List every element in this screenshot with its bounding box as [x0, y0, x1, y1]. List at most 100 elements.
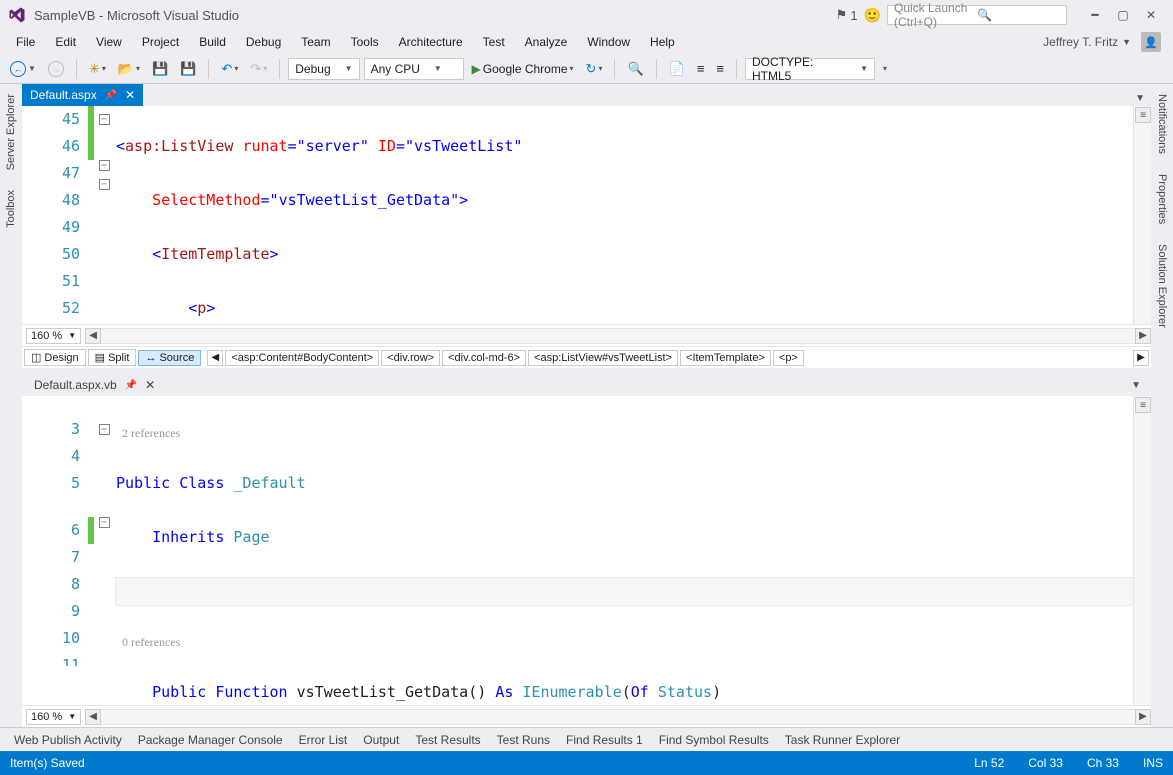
menu-architecture[interactable]: Architecture [389, 32, 473, 52]
breadcrumb[interactable]: <div.row> [381, 350, 440, 366]
menu-project[interactable]: Project [132, 32, 189, 52]
tab-default-aspx[interactable]: Default.aspx 📌 ✕ [22, 84, 143, 106]
doctype-dropdown[interactable]: DOCTYPE: HTML5▼ [745, 58, 875, 80]
pin-icon[interactable]: 📌 [125, 380, 137, 391]
close-button[interactable]: ✕ [1137, 5, 1165, 25]
menu-view[interactable]: View [86, 32, 132, 52]
zoom-dropdown-lower[interactable]: 160 %▼ [26, 709, 81, 725]
tabs-overflow-lower[interactable]: ▼ [1125, 378, 1147, 393]
nav-right-icon[interactable]: ▶ [1133, 350, 1149, 366]
menu-window[interactable]: Window [577, 32, 640, 52]
split-view-tab[interactable]: ▤Split [88, 349, 137, 366]
document-tabs-lower: Default.aspx.vb 📌 ✕ ▼ [22, 374, 1151, 396]
doc-outline-button[interactable]: 📄 [665, 58, 689, 80]
properties-tab[interactable]: Properties [1154, 168, 1170, 230]
undo-button[interactable]: ↶▾ [217, 58, 242, 80]
minimize-button[interactable]: ━ [1081, 5, 1109, 25]
bottom-tab[interactable]: Test Runs [491, 730, 556, 750]
menu-analyze[interactable]: Analyze [515, 32, 578, 52]
menu-build[interactable]: Build [189, 32, 236, 52]
close-tab-icon[interactable]: ✕ [145, 378, 155, 392]
horizontal-scrollbar-upper[interactable]: ◀▶ [85, 328, 1151, 344]
redo-button[interactable]: ↷▾ [246, 58, 271, 80]
breadcrumb[interactable]: <div.col-md-6> [442, 350, 526, 366]
outline-margin: − − − [94, 106, 114, 324]
design-view-tab[interactable]: ◫Design [24, 349, 86, 366]
notifications-tab[interactable]: Notifications [1154, 88, 1170, 160]
tab-default-aspx-vb[interactable]: Default.aspx.vb 📌 ✕ [26, 375, 163, 395]
bottom-tab[interactable]: Web Publish Activity [8, 730, 128, 750]
right-rail: Notifications Properties Solution Explor… [1151, 84, 1173, 727]
platform-dropdown[interactable]: Any CPU▼ [364, 58, 464, 80]
window-title: SampleVB - Microsoft Visual Studio [34, 8, 836, 23]
quick-launch-input[interactable]: Quick Launch (Ctrl+Q) 🔍 [887, 5, 1067, 25]
menu-bar: File Edit View Project Build Debug Team … [0, 30, 1173, 54]
open-file-button[interactable]: 📂▾ [114, 58, 144, 80]
new-project-button[interactable]: ✳▾ [85, 58, 110, 80]
code-editor-vb[interactable]: 34567891011 − − 2 references Public Clas… [22, 396, 1151, 705]
bottom-tab[interactable]: Find Results 1 [560, 730, 649, 750]
split-handle-icon[interactable]: ≡ [1135, 107, 1151, 123]
bottom-tab[interactable]: Test Results [409, 730, 486, 750]
collapse-toggle[interactable]: − [99, 179, 110, 190]
save-button[interactable]: 💾 [148, 58, 172, 80]
vertical-scrollbar-lower[interactable]: ≡ [1133, 396, 1151, 705]
notification-badge[interactable]: ⚑ 1 [836, 7, 858, 23]
breadcrumb[interactable]: <ItemTemplate> [680, 350, 771, 366]
menu-help[interactable]: Help [640, 32, 685, 52]
codelens-references[interactable]: 0 references [116, 632, 1133, 652]
tabs-overflow-upper[interactable]: ▼ [1129, 91, 1151, 106]
server-explorer-tab[interactable]: Server Explorer [3, 88, 19, 176]
breadcrumb[interactable]: <asp:ListView#vsTweetList> [528, 350, 678, 366]
menu-team[interactable]: Team [291, 32, 340, 52]
bottom-tab[interactable]: Task Runner Explorer [779, 730, 906, 750]
indent-left-button[interactable]: ≡ [693, 58, 709, 80]
status-line: Ln 52 [974, 756, 1004, 770]
collapse-toggle[interactable]: − [99, 517, 110, 528]
solution-explorer-tab[interactable]: Solution Explorer [1154, 238, 1170, 334]
menu-test[interactable]: Test [473, 32, 515, 52]
indent-right-button[interactable]: ≡ [712, 58, 728, 80]
bottom-tab[interactable]: Error List [293, 730, 354, 750]
breadcrumb[interactable]: <p> [773, 350, 804, 366]
collapse-toggle[interactable]: − [99, 424, 110, 435]
save-all-button[interactable]: 💾 [176, 58, 200, 80]
bottom-tool-tabs: Web Publish Activity Package Manager Con… [0, 727, 1173, 751]
breadcrumb[interactable]: <asp:Content#BodyContent> [225, 350, 379, 366]
split-handle-icon[interactable]: ≡ [1135, 397, 1151, 413]
start-button[interactable]: ▶Google Chrome▾ [468, 58, 578, 80]
tag-navigator: ◀ <asp:Content#BodyContent> <div.row> <d… [207, 350, 1149, 366]
code-content[interactable]: <asp:ListView runat="server" ID="vsTweet… [114, 106, 1133, 324]
collapse-toggle[interactable]: − [99, 114, 110, 125]
code-content[interactable]: 2 references Public Class _Default Inher… [114, 396, 1133, 705]
menu-edit[interactable]: Edit [45, 32, 86, 52]
collapse-toggle[interactable]: − [99, 160, 110, 171]
config-dropdown[interactable]: Debug▼ [288, 58, 359, 80]
toolbox-tab[interactable]: Toolbox [3, 184, 19, 234]
bottom-tab[interactable]: Package Manager Console [132, 730, 289, 750]
horizontal-scrollbar-lower[interactable]: ◀▶ [85, 709, 1151, 725]
menu-debug[interactable]: Debug [236, 32, 291, 52]
toolbar-overflow[interactable]: ▾ [879, 58, 891, 80]
bottom-tab[interactable]: Find Symbol Results [653, 730, 775, 750]
vertical-scrollbar-upper[interactable]: ≡ [1133, 106, 1151, 324]
browser-link-button[interactable]: ↻▾ [582, 58, 607, 80]
zoom-dropdown-upper[interactable]: 160 %▼ [26, 328, 81, 344]
signed-in-user[interactable]: Jeffrey T. Fritz ▼ 👤 [1043, 32, 1167, 52]
menu-file[interactable]: File [6, 32, 45, 52]
find-button[interactable]: 🔍 [623, 58, 647, 80]
feedback-icon[interactable]: 🙂 [864, 7, 881, 24]
bottom-tab[interactable]: Output [357, 730, 405, 750]
nav-forward-button[interactable]: → [44, 58, 68, 80]
nav-left-icon[interactable]: ◀ [207, 350, 223, 366]
codelens-references[interactable]: 2 references [116, 423, 1133, 443]
menu-tools[interactable]: Tools [341, 32, 389, 52]
document-tabs-upper: Default.aspx 📌 ✕ ▼ [22, 84, 1151, 106]
nav-back-button[interactable]: ←▼ [6, 58, 40, 80]
menus: File Edit View Project Build Debug Team … [6, 32, 685, 52]
close-tab-icon[interactable]: ✕ [125, 88, 135, 102]
pin-icon[interactable]: 📌 [105, 90, 117, 101]
source-view-tab[interactable]: ↔Source [138, 350, 201, 366]
code-editor-aspx[interactable]: 454647484950515253 − − − <asp:ListView r… [22, 106, 1151, 324]
maximize-button[interactable]: ▢ [1109, 5, 1137, 25]
